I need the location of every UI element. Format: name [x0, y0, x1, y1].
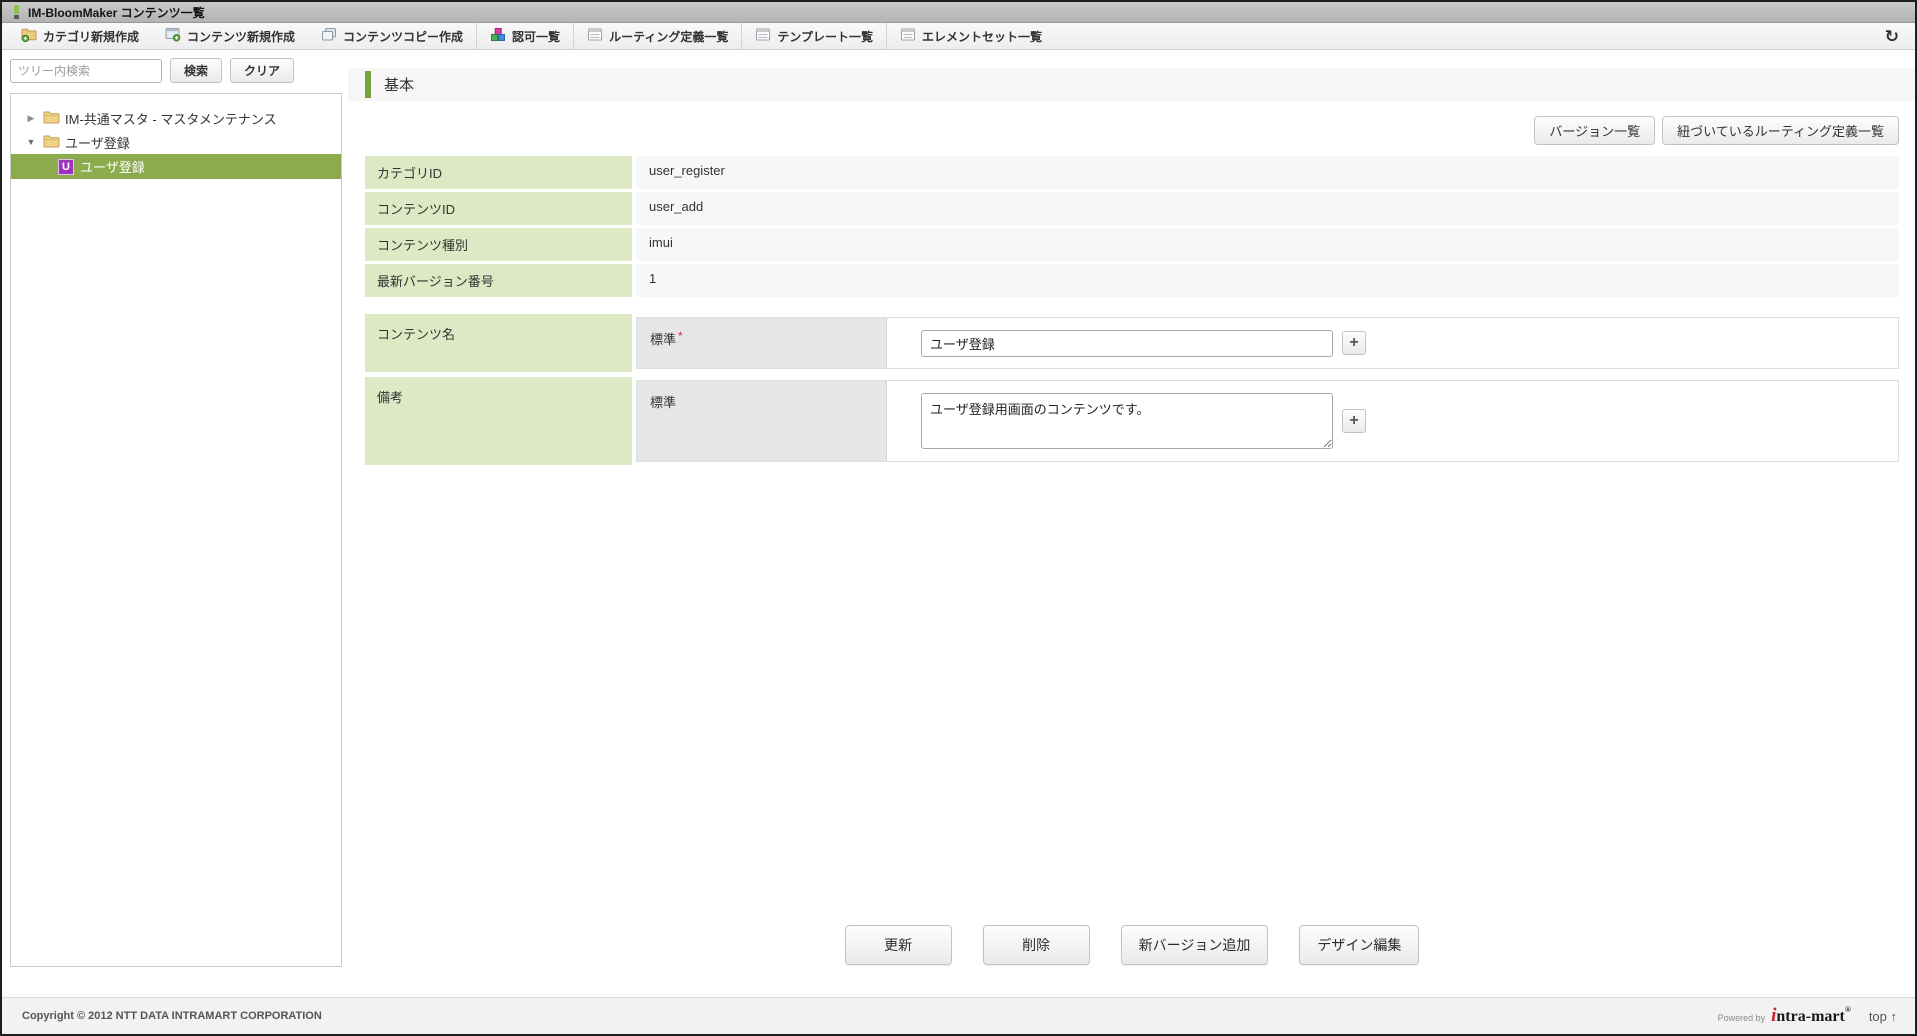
toolbar-item-label: カテゴリ新規作成: [43, 29, 140, 44]
table-row: コンテンツID user_add: [365, 192, 1899, 225]
footer: Copyright © 2012 NTT DATA INTRAMART CORP…: [2, 997, 1915, 1034]
toolbar-item-routing-list[interactable]: ルーティング定義一覧: [574, 23, 741, 49]
linked-routing-list-button[interactable]: 紐づいているルーティング定義一覧: [1662, 116, 1899, 145]
note-row: 備考 標準 ユーザ登録用画面のコンテンツです。 +: [365, 377, 1899, 465]
toolbar: カテゴリ新規作成 コンテンツ新規作成 コンテンツコピー作成 認可一覧 ルーティン…: [2, 23, 1915, 50]
section-accent-bar: [365, 71, 371, 98]
tree-item-master-maintenance[interactable]: ▶ IM-共通マスタ - マスタメンテナンス: [11, 106, 341, 130]
toolbar-item-create-content[interactable]: コンテンツ新規作成: [152, 23, 308, 49]
tree-item-user-register-content[interactable]: U ユーザ登録: [11, 154, 341, 179]
app-window: IM-BloomMaker コンテンツ一覧 カテゴリ新規作成 コンテンツ新規作成…: [0, 0, 1917, 1036]
content-name-input[interactable]: [921, 329, 1333, 357]
logo-registered-mark: ®: [1844, 1005, 1851, 1014]
tree-panel: ▶ IM-共通マスタ - マスタメンテナンス ▼ ユーザ登録 U ユーザ登録: [10, 93, 342, 967]
category-id-value: user_register: [636, 156, 1899, 189]
toolbar-item-label: テンプレート一覧: [777, 29, 873, 44]
note-box: 標準 ユーザ登録用画面のコンテンツです。 +: [636, 380, 1899, 462]
clear-button[interactable]: クリア: [230, 58, 295, 83]
document-plus-icon: [165, 27, 181, 45]
toolbar-item-label: コンテンツ新規作成: [187, 29, 296, 44]
content-area: 検索 クリア ▶ IM-共通マスタ - マスタメンテナンス ▼ ユーザ登録 U …: [2, 50, 1915, 997]
tree-item-user-register-category[interactable]: ▼ ユーザ登録: [11, 130, 341, 154]
version-list-button[interactable]: バージョン一覧: [1534, 116, 1656, 145]
sidebar: 検索 クリア ▶ IM-共通マスタ - マスタメンテナンス ▼ ユーザ登録 U …: [2, 50, 348, 997]
content-type-badge: U: [58, 158, 74, 175]
intramart-logo: intra-mart®: [1771, 1005, 1851, 1027]
collapsed-arrow-icon[interactable]: ▶: [24, 113, 38, 124]
tree-item-label: ユーザ登録: [80, 160, 145, 175]
info-table: カテゴリID user_register コンテンツID user_add コン…: [365, 156, 1899, 300]
toolbar-item-label: 認可一覧: [512, 29, 561, 44]
logo-rest: ntra-mart: [1776, 1008, 1845, 1025]
update-button[interactable]: 更新: [844, 925, 952, 965]
main-panel: 基本 バージョン一覧 紐づいているルーティング定義一覧 カテゴリID user_…: [348, 50, 1915, 997]
locale-standard-label: 標準: [637, 381, 887, 461]
note-label: 備考: [365, 377, 632, 465]
refresh-button[interactable]: ↻: [1885, 28, 1899, 45]
page-title: IM-BloomMaker コンテンツ一覧: [28, 5, 205, 20]
refresh-icon: ↻: [1884, 26, 1899, 46]
content-type-label: コンテンツ種別: [365, 228, 632, 261]
locale-standard-label: 標準 *: [637, 318, 887, 368]
section-header: 基本: [348, 68, 1915, 101]
add-note-locale-button[interactable]: +: [1342, 409, 1366, 433]
toolbar-item-elementset-list[interactable]: エレメントセット一覧: [887, 23, 1055, 49]
toolbar-item-label: コンテンツコピー作成: [343, 29, 464, 44]
add-locale-button[interactable]: +: [1342, 331, 1366, 355]
toolbar-item-auth-list[interactable]: 認可一覧: [477, 23, 573, 49]
editable-table: コンテンツ名 標準* + 備考: [365, 314, 1899, 470]
latest-version-label: 最新バージョン番号: [365, 264, 632, 297]
content-type-value: imui: [636, 228, 1899, 261]
list-icon: [755, 27, 771, 45]
bottom-actions: 更新 削除 新バージョン追加 デザイン編集: [365, 925, 1899, 965]
toolbar-item-label: エレメントセット一覧: [922, 29, 1043, 44]
toolbar-item-label: ルーティング定義一覧: [609, 29, 729, 44]
search-button[interactable]: 検索: [170, 58, 223, 83]
toolbar-item-create-category[interactable]: カテゴリ新規作成: [8, 23, 152, 49]
top-link[interactable]: top ↑: [1869, 1009, 1897, 1024]
design-edit-button[interactable]: デザイン編集: [1299, 925, 1420, 965]
section-title: 基本: [384, 77, 415, 94]
list-icon: [587, 27, 603, 45]
folder-icon: [43, 134, 60, 151]
content-id-value: user_add: [636, 192, 1899, 225]
tree-item-label: IM-共通マスタ - マスタメンテナンス: [65, 111, 277, 127]
main-inner: バージョン一覧 紐づいているルーティング定義一覧 カテゴリID user_reg…: [348, 101, 1915, 997]
powered-by: Powered by intra-mart®: [1718, 1005, 1851, 1027]
category-id-label: カテゴリID: [365, 156, 632, 189]
footer-right: Powered by intra-mart® top ↑: [1718, 1005, 1897, 1027]
app-icon: [14, 5, 19, 19]
table-row: コンテンツ種別 imui: [365, 228, 1899, 261]
powered-by-label: Powered by: [1717, 1013, 1766, 1023]
table-row: カテゴリID user_register: [365, 156, 1899, 189]
content-name-value-cell: +: [887, 318, 1898, 368]
note-value-cell: ユーザ登録用画面のコンテンツです。 +: [887, 381, 1898, 461]
list-icon: [900, 27, 916, 45]
copy-icon: [321, 27, 337, 45]
titlebar: IM-BloomMaker コンテンツ一覧: [2, 2, 1915, 23]
locale-label-text: 標準: [650, 395, 677, 410]
tree-search-row: 検索 クリア: [10, 58, 342, 83]
top-actions: バージョン一覧 紐づいているルーティング定義一覧: [365, 116, 1899, 145]
content-id-label: コンテンツID: [365, 192, 632, 225]
copyright-text: Copyright © 2012 NTT DATA INTRAMART CORP…: [22, 1010, 322, 1022]
content-name-row: コンテンツ名 標準* +: [365, 314, 1899, 372]
tree-item-label: ユーザ登録: [65, 135, 130, 151]
toolbar-item-template-list[interactable]: テンプレート一覧: [742, 23, 886, 49]
folder-icon: [43, 110, 60, 127]
required-asterisk: *: [678, 329, 683, 343]
expanded-arrow-icon[interactable]: ▼: [24, 137, 38, 147]
content-name-label: コンテンツ名: [365, 314, 632, 372]
content-name-box: 標準* +: [636, 317, 1899, 369]
table-row: 最新バージョン番号 1: [365, 264, 1899, 297]
tree-search-input[interactable]: [10, 58, 162, 83]
locale-label-text: 標準: [650, 332, 677, 347]
latest-version-value: 1: [636, 264, 1899, 297]
folder-plus-icon: [21, 27, 37, 45]
note-textarea[interactable]: ユーザ登録用画面のコンテンツです。: [921, 393, 1333, 449]
toolbar-item-copy-content[interactable]: コンテンツコピー作成: [308, 23, 476, 49]
add-version-button[interactable]: 新バージョン追加: [1120, 925, 1269, 965]
blocks-icon: [490, 27, 506, 45]
delete-button[interactable]: 削除: [982, 925, 1090, 965]
